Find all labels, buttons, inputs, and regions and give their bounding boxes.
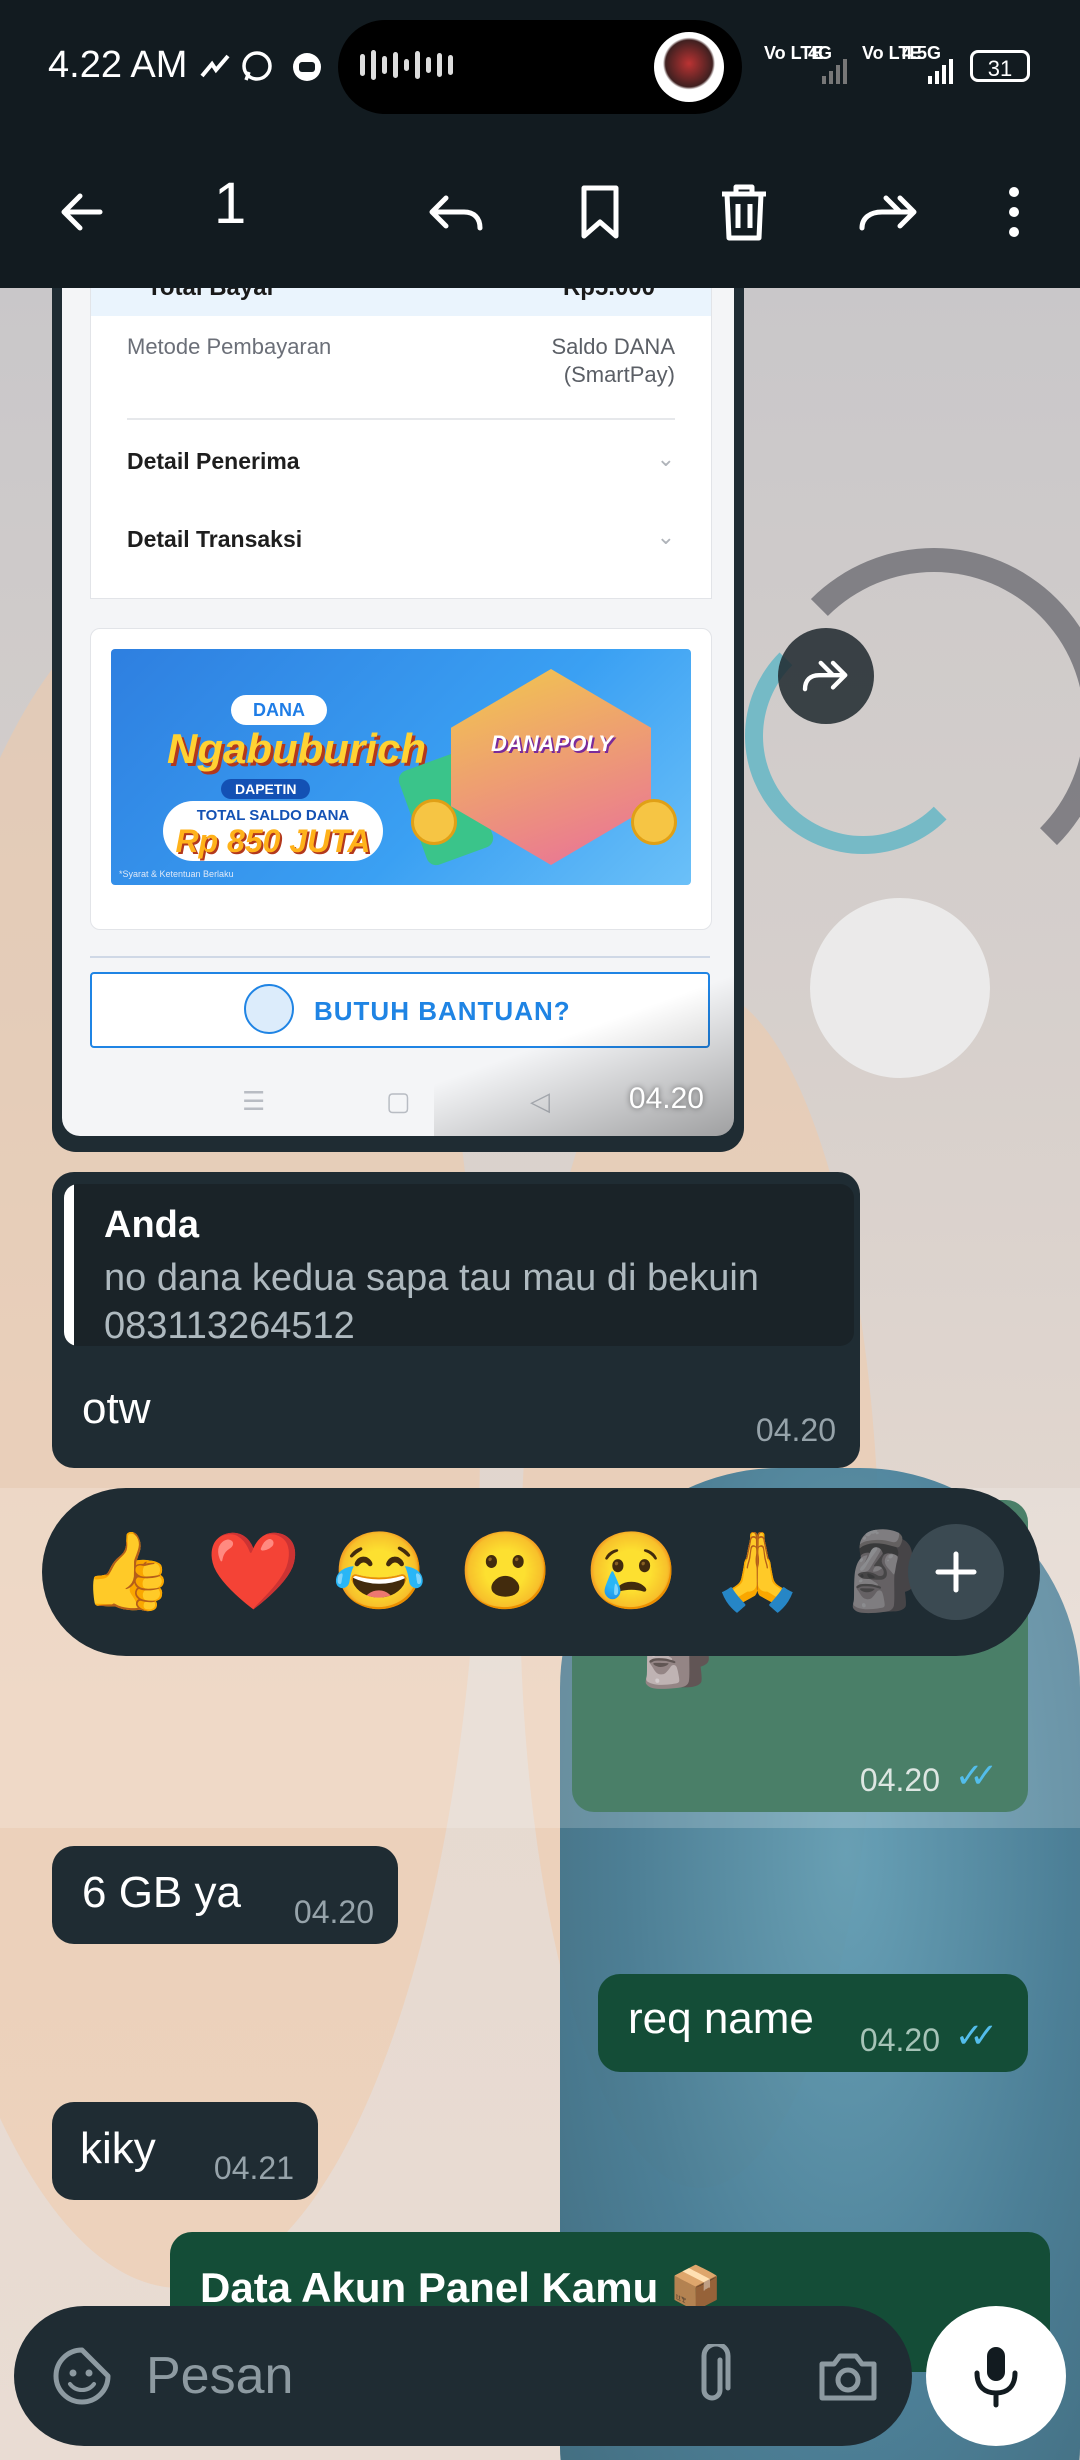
whatsapp-notification-icon [242,51,272,81]
delete-icon[interactable] [708,176,780,248]
danapoly-text: DANAPOLY [491,731,613,756]
message-time: 04.20 [628,1082,704,1115]
message-text: otw [82,1384,151,1433]
add-reaction-button[interactable] [908,1524,1004,1620]
quick-forward-button[interactable] [778,628,874,724]
message-text: kiky [80,2124,156,2173]
detail-penerima: Detail Penerima [127,448,300,474]
home-icon: ▢ [386,1086,411,1116]
message-time: 04.21 [213,2150,294,2186]
read-receipt-icon: ✓✓ [955,2017,998,2055]
quoted-text: no dana kedua sapa tau mau di bekuin 083… [104,1257,759,1346]
message-time: 04.20 [293,1894,374,1930]
incoming-reply-message[interactable]: Anda no dana kedua sapa tau mau di bekui… [52,1172,860,1468]
reaction-thumbs-up[interactable]: 👍 [80,1526,175,1618]
reaction-sad[interactable]: 😢 [584,1526,679,1618]
forward-icon[interactable] [852,176,924,248]
receipt-total-label: Total Bayar [147,288,276,302]
battery-indicator: 31 [970,50,1030,82]
chevron-down-icon: ⌄ [656,524,675,549]
status-time: 4.22 AM [48,44,188,86]
plus-icon [935,1551,977,1593]
reaction-laugh[interactable]: 😂 [332,1526,427,1618]
promo-card: DANA Ngabuburich DAPETIN TOTAL SALDO DAN… [90,628,712,930]
payment-method-value-2: (SmartPay) [563,362,675,387]
receipt-total-value: Rp5.000 [563,288,655,302]
receipt-total-row: Total Bayar Rp5.000 [91,288,711,316]
message-text: req name [628,1994,814,2043]
incoming-message[interactable]: kiky 04.21 [52,2102,318,2200]
support-agent-icon [244,984,294,1034]
dynamic-island [338,20,742,114]
coin-illustration [411,799,457,845]
reaction-surprised[interactable]: 😮 [458,1526,553,1618]
selected-count: 1 [214,171,247,236]
bookmark-icon[interactable] [564,176,636,248]
chevron-down-icon: ⌄ [656,446,675,471]
image-message[interactable]: Total Bayar Rp5.000 Metode Pembayaran Sa… [52,288,744,1152]
image-content[interactable]: Total Bayar Rp5.000 Metode Pembayaran Sa… [62,288,734,1136]
payment-method-label: Metode Pembayaran [127,334,332,359]
incoming-message[interactable]: 6 GB ya 04.20 [52,1846,398,1944]
signal-icon-2 [928,59,953,84]
detail-transaksi: Detail Transaksi [127,526,303,552]
banner-title: Ngabuburich [167,725,426,772]
payment-method-value-1: Saldo DANA [551,334,675,359]
signal-icon-1 [822,59,847,84]
reaction-heart[interactable]: ❤️ [206,1526,301,1618]
status-bar: 4.22 AM Vo LTE 4G Vo LTE 4.5G 31 [0,0,1080,140]
selection-app-bar: 1 [0,140,1080,288]
message-input[interactable]: Pesan [146,2346,293,2406]
quoted-message[interactable]: Anda no dana kedua sapa tau mau di bekui… [64,1184,854,1346]
mic-button[interactable] [926,2306,1066,2446]
reaction-picker: 👍 ❤️ 😂 😮 😢 🙏 🗿 [42,1488,1040,1656]
receipt-card: Total Bayar Rp5.000 Metode Pembayaran Sa… [90,288,712,599]
reply-icon[interactable] [420,176,492,248]
reaction-pray[interactable]: 🙏 [710,1526,805,1618]
message-time: 04.20 [755,1412,836,1448]
divider [127,418,675,420]
divider [90,956,710,958]
camera-icon[interactable] [814,2342,882,2410]
read-receipt-icon: ✓✓ [955,1757,998,1795]
back-arrow-icon[interactable] [46,176,118,248]
banner-prize: TOTAL SALDO DANA Rp 850 JUTA [163,801,383,861]
chart-notification-icon [200,54,230,78]
banner-prize-amount: Rp 850 JUTA [175,823,371,859]
wallpaper-shape [810,898,990,1078]
banner-fineprint: *Syarat & Ketentuan Berlaku [119,869,234,879]
mic-icon [974,2347,1018,2408]
media-avatar [654,32,724,102]
more-vert-icon[interactable] [978,176,1050,248]
forward-icon [802,660,848,692]
sticker-icon[interactable] [48,2342,116,2410]
promo-banner: DANA Ngabuburich DAPETIN TOTAL SALDO DAN… [111,649,691,885]
outgoing-message[interactable]: req name 04.20 ✓✓ [598,1974,1028,2072]
quoted-author: Anda [104,1204,199,1246]
dana-logo: DANA [231,695,327,725]
quote-bar [64,1184,74,1346]
message-time: 04.20 [859,2022,940,2058]
message-composer: Pesan [14,2306,912,2446]
banner-prize-label: TOTAL SALDO DANA [196,807,350,824]
message-text: 6 GB ya [82,1868,241,1917]
attach-icon[interactable] [678,2342,746,2410]
app-notification-icon [293,53,321,81]
message-time: 04.20 [859,1762,940,1798]
coin-illustration [631,799,677,845]
menu-icon: ☰ [242,1086,266,1116]
audio-wave-icon [360,50,453,80]
banner-sub1: DAPETIN [221,779,311,799]
